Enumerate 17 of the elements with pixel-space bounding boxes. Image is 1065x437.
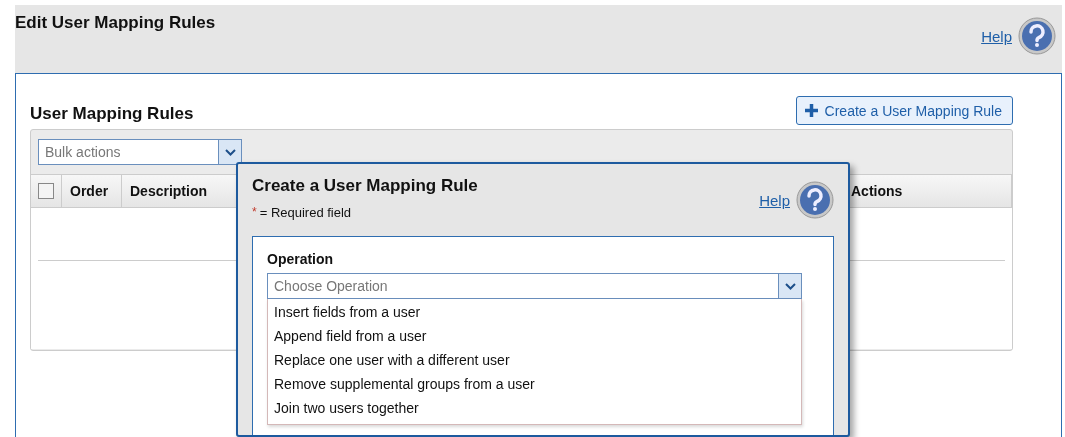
- help-link[interactable]: Help: [981, 27, 1012, 45]
- dropdown-option[interactable]: Remove supplemental groups from a user: [268, 373, 801, 397]
- dialog-title: Create a User Mapping Rule: [252, 176, 478, 196]
- help-link[interactable]: Help: [759, 191, 790, 209]
- dropdown-option[interactable]: Replace one user with a different user: [268, 349, 801, 373]
- required-mark: *: [252, 205, 257, 220]
- column-header[interactable]: Order: [62, 175, 122, 207]
- required-note: = Required field: [259, 205, 352, 220]
- create-rule-button[interactable]: Create a User Mapping Rule: [795, 96, 1013, 125]
- operation-select[interactable]: Choose Operation: [267, 273, 802, 299]
- dropdown-option[interactable]: Append field from a user: [268, 325, 801, 349]
- operation-label: Operation: [267, 251, 335, 267]
- dropdown-option[interactable]: Insert fields from a user: [268, 301, 801, 325]
- bulk-actions-select[interactable]: Bulk actions: [38, 139, 242, 165]
- dropdown-option[interactable]: Join two users together: [268, 397, 801, 421]
- panel-title: User Mapping Rules: [30, 103, 194, 124]
- page-title: Edit User Mapping Rules: [15, 13, 216, 33]
